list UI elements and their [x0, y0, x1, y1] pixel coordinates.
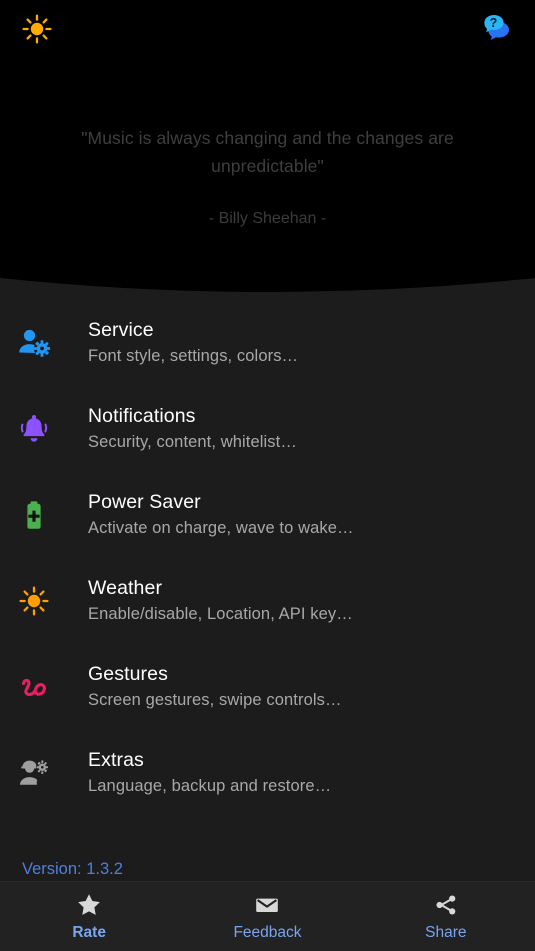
- settings-row-texts: Extras Language, backup and restore…: [88, 748, 331, 798]
- settings-row-subtitle: Screen gestures, swipe controls…: [88, 691, 342, 709]
- settings-row-subtitle: Activate on charge, wave to wake…: [88, 519, 354, 537]
- engineer-gear-icon: [14, 753, 54, 793]
- settings-row-weather[interactable]: Weather Enable/disable, Location, API ke…: [0, 558, 535, 644]
- person-settings-icon: [14, 323, 54, 363]
- quote-author: - Billy Sheehan -: [208, 210, 327, 227]
- settings-row-title: Extras: [88, 749, 144, 771]
- settings-row-texts: Weather Enable/disable, Location, API ke…: [88, 576, 353, 626]
- gesture-swipe-icon: [14, 667, 54, 707]
- settings-row-texts: Notifications Security, content, whiteli…: [88, 404, 297, 454]
- battery-plus-icon: [14, 495, 54, 535]
- bottom-navigation: Rate Feedback Share: [0, 881, 535, 951]
- svg-text:?: ?: [490, 16, 498, 30]
- envelope-icon: [254, 892, 280, 918]
- help-chat-icon: ?: [480, 13, 516, 50]
- nav-item-label: Feedback: [233, 923, 302, 941]
- settings-row-title: Gestures: [88, 663, 168, 685]
- quote-block: "Music is always changing and the change…: [0, 124, 535, 230]
- app-root: ? "Music is always changing and the chan…: [0, 0, 535, 951]
- settings-row-texts: Gestures Screen gestures, swipe controls…: [88, 662, 342, 712]
- settings-list: Service Font style, settings, colors… No…: [0, 300, 535, 860]
- help-button[interactable]: ?: [478, 11, 518, 51]
- nav-item-label: Rate: [72, 923, 106, 941]
- settings-row-title: Service: [88, 319, 154, 341]
- settings-row-subtitle: Language, backup and restore…: [88, 777, 332, 795]
- settings-row-power-saver[interactable]: Power Saver Activate on charge, wave to …: [0, 472, 535, 558]
- settings-row-texts: Power Saver Activate on charge, wave to …: [88, 490, 354, 540]
- quote-text: "Music is always changing and the change…: [81, 128, 454, 176]
- version-label: Version: 1.3.2: [22, 860, 123, 878]
- settings-row-subtitle: Security, content, whitelist…: [88, 433, 297, 451]
- settings-row-title: Power Saver: [88, 491, 201, 513]
- settings-row-subtitle: Enable/disable, Location, API key…: [88, 605, 353, 623]
- bell-icon: [14, 409, 54, 449]
- nav-item-label: Share: [425, 923, 467, 941]
- sun-icon: [21, 13, 53, 50]
- settings-row-extras[interactable]: Extras Language, backup and restore…: [0, 730, 535, 816]
- theme-toggle-button[interactable]: [17, 11, 57, 51]
- settings-row-gestures[interactable]: Gestures Screen gestures, swipe controls…: [0, 644, 535, 730]
- hero-section: "Music is always changing and the change…: [0, 62, 535, 298]
- settings-row-notifications[interactable]: Notifications Security, content, whiteli…: [0, 386, 535, 472]
- nav-item-feedback[interactable]: Feedback: [178, 882, 356, 951]
- top-bar: ?: [0, 0, 535, 62]
- share-icon: [433, 892, 459, 918]
- nav-item-share[interactable]: Share: [357, 882, 535, 951]
- settings-row-texts: Service Font style, settings, colors…: [88, 318, 298, 368]
- settings-row-title: Weather: [88, 577, 163, 599]
- sun-icon: [14, 581, 54, 621]
- settings-row-title: Notifications: [88, 405, 196, 427]
- settings-row-service[interactable]: Service Font style, settings, colors…: [0, 300, 535, 386]
- nav-item-rate[interactable]: Rate: [0, 882, 178, 951]
- settings-row-subtitle: Font style, settings, colors…: [88, 347, 299, 365]
- star-icon: [76, 892, 102, 918]
